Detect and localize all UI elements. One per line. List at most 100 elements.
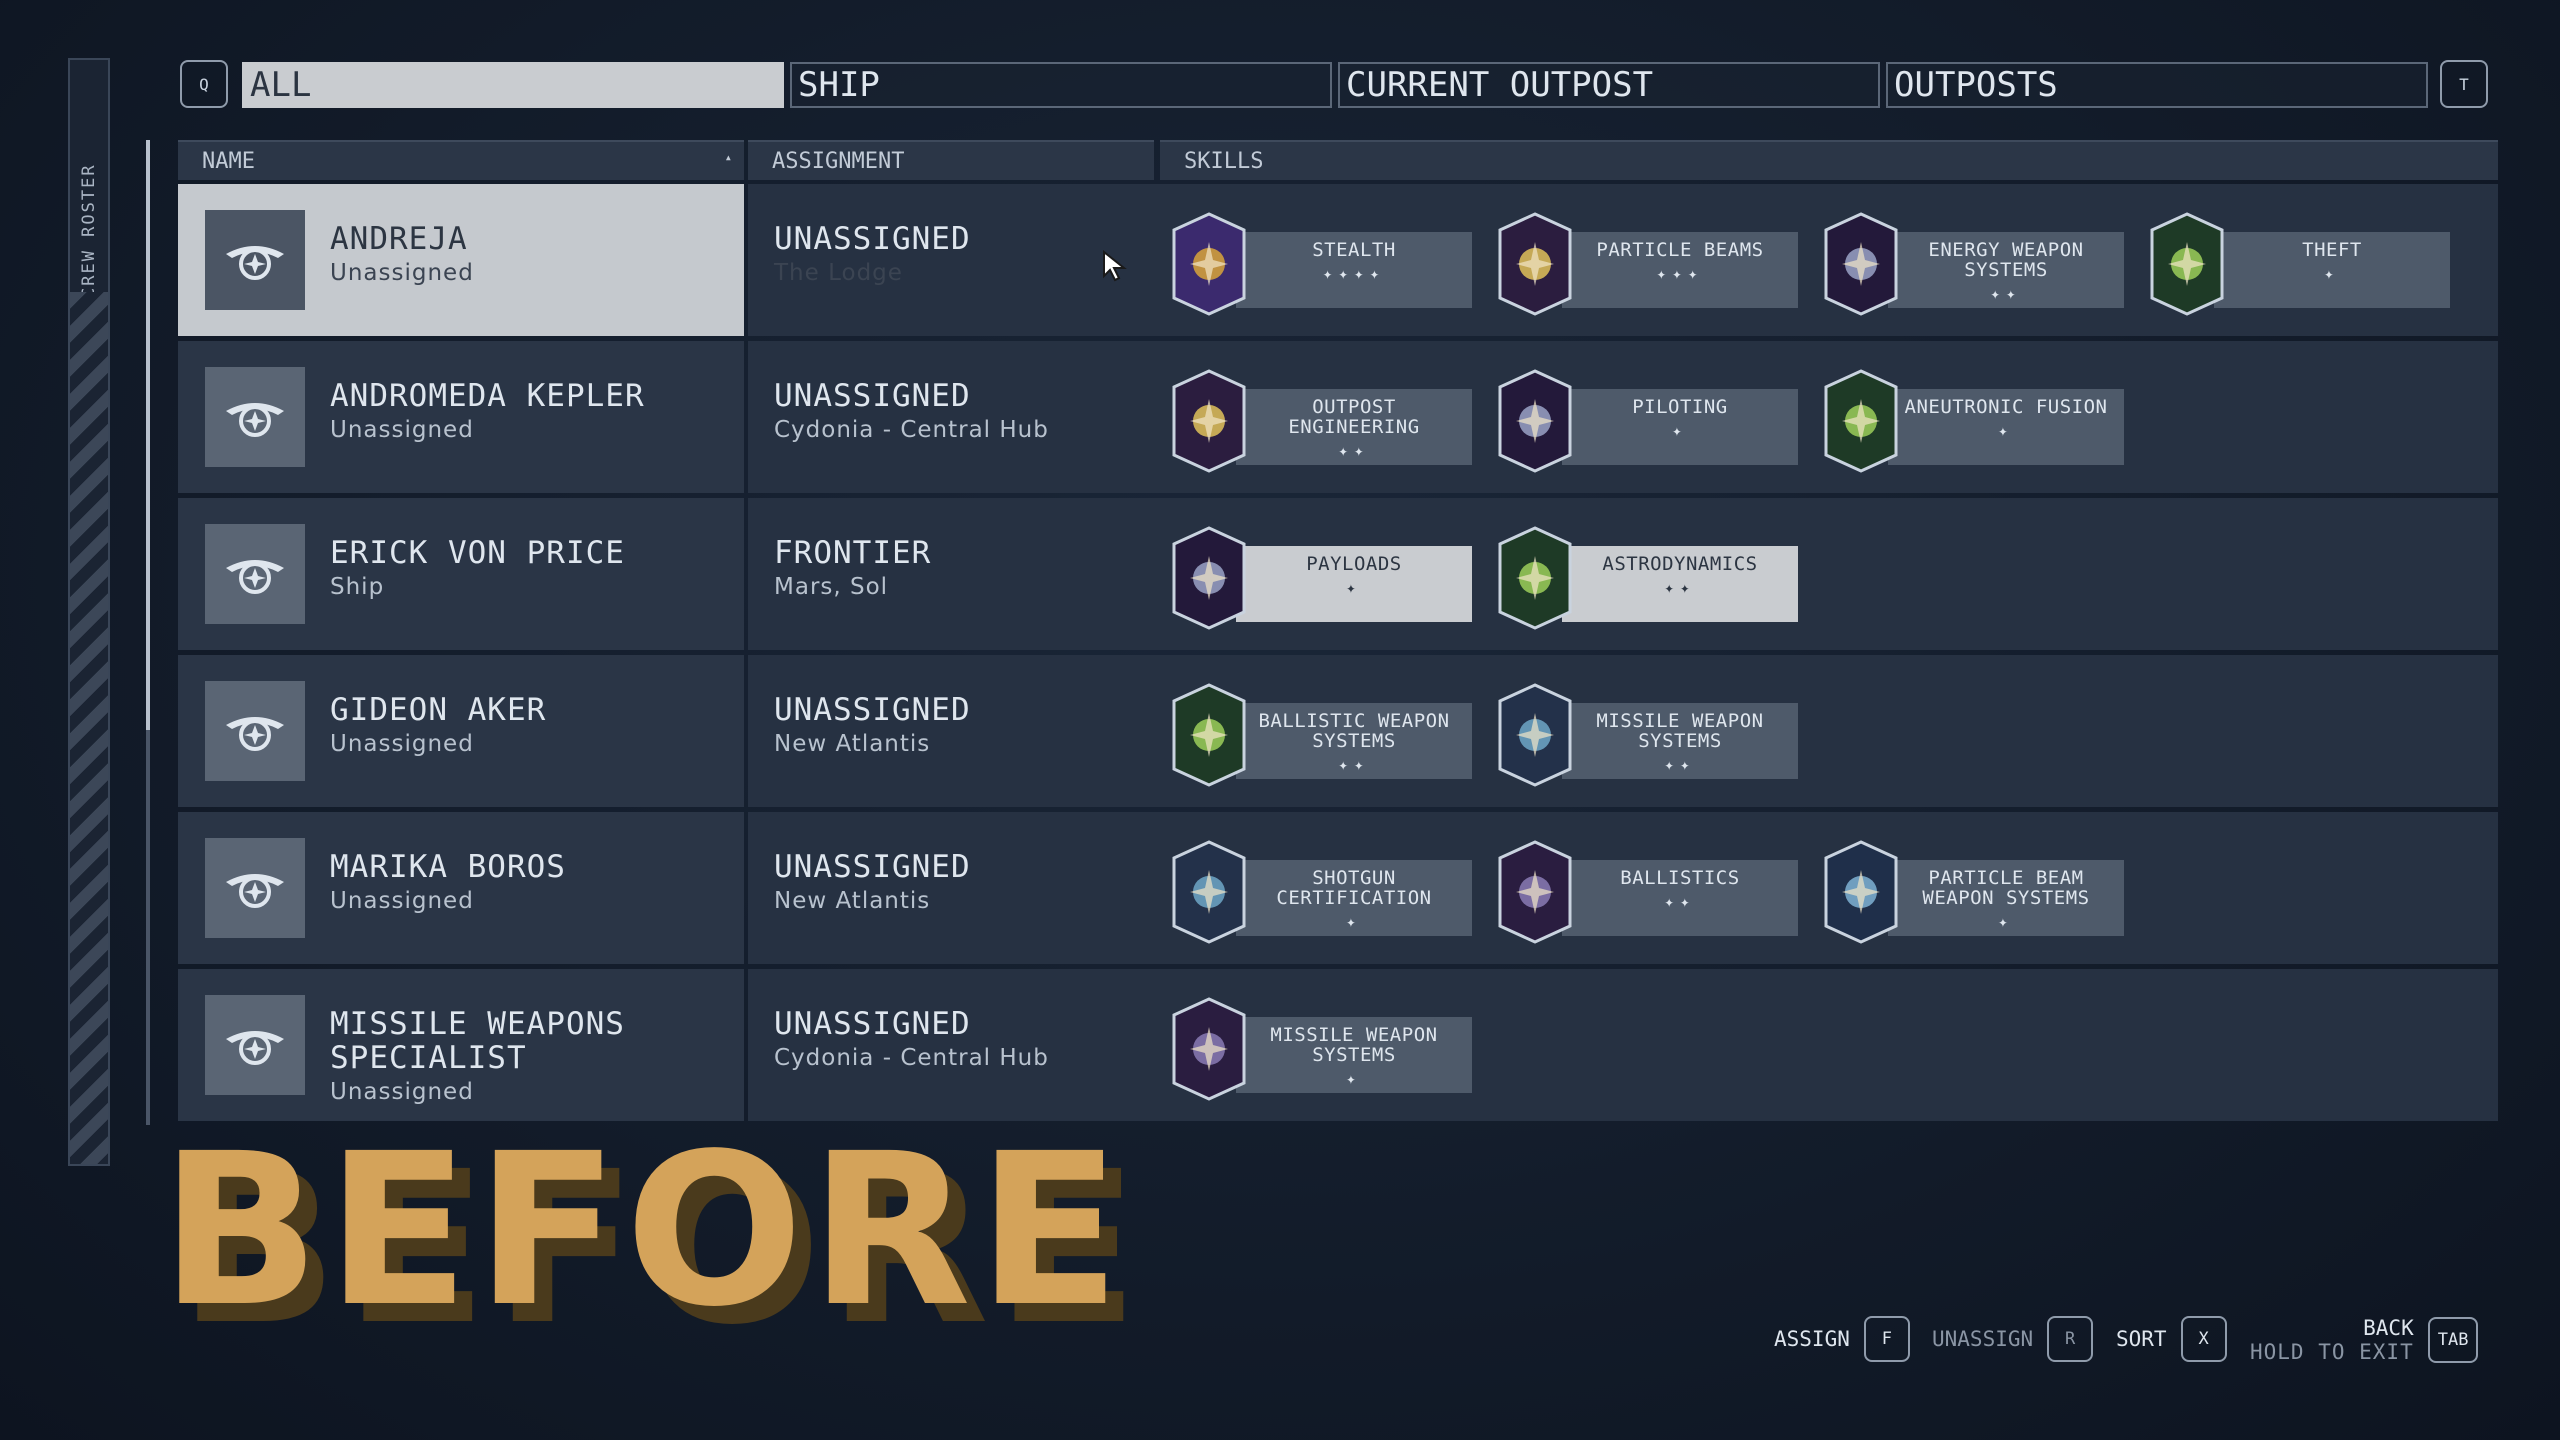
tab-outposts[interactable]: OUTPOSTS xyxy=(1886,62,2428,108)
assignment-location: The Lodge xyxy=(774,260,903,286)
assignment-title: UNASSIGNED xyxy=(774,221,971,257)
skill-rank: ✦✦✦✦ xyxy=(1322,264,1386,283)
crew-name-cell[interactable]: MARIKA BOROS Unassigned xyxy=(178,812,744,964)
assignment-title: UNASSIGNED xyxy=(774,692,971,728)
skill-name: THEFT xyxy=(2302,239,2362,261)
crew-status: Unassigned xyxy=(330,1079,474,1105)
skill-name: ENERGY WEAPON SYSTEMS xyxy=(1928,239,2084,281)
crew-name-cell[interactable]: GIDEON AKER Unassigned xyxy=(178,655,744,807)
table-row[interactable]: ERICK VON PRICE Ship FRONTIER Mars, Sol PAYL… xyxy=(178,498,2498,650)
stealth-icon xyxy=(1172,212,1246,316)
crew-status: Unassigned xyxy=(330,417,474,443)
assignment-title: UNASSIGNED xyxy=(774,1006,971,1042)
crew-rank-emblem-icon xyxy=(205,681,305,781)
shotgun-certification-icon xyxy=(1172,840,1246,944)
skill-name: MISSILE WEAPON SYSTEMS xyxy=(1270,1024,1438,1066)
back-hint[interactable]: BACK HOLD TO EXIT TAB xyxy=(2250,1316,2479,1364)
payloads-icon xyxy=(1172,526,1246,630)
crew-status: Unassigned xyxy=(330,888,474,914)
column-header-skills[interactable]: SKILLS xyxy=(1160,140,2498,180)
missile-weapon-systems-icon xyxy=(1172,997,1246,1101)
sort-hint[interactable]: SORT X xyxy=(2116,1316,2227,1362)
before-overlay-text: BEFORE xyxy=(160,1108,1127,1353)
scrollbar[interactable] xyxy=(146,140,150,1125)
skill-rank: ✦✦ xyxy=(1664,892,1696,911)
skill-name: PAYLOADS xyxy=(1306,553,1402,575)
column-header-name-label: NAME xyxy=(202,148,255,174)
mouse-cursor-icon xyxy=(1103,250,1127,282)
assign-label: ASSIGN xyxy=(1774,1327,1850,1351)
assignment-location: New Atlantis xyxy=(774,731,931,757)
crew-rank-emblem-icon xyxy=(205,995,305,1095)
ballistics-icon xyxy=(1498,840,1572,944)
table-row[interactable]: MISSILE WEAPONS SPECIALIST Unassigned UNAS… xyxy=(178,969,2498,1121)
skill-name: PARTICLE BEAMS xyxy=(1596,239,1764,261)
crew-assignment-skills-cell[interactable]: UNASSIGNED Cydonia - Central Hub MISSILE W… xyxy=(748,969,2498,1121)
tab-current-outpost[interactable]: CURRENT OUTPOST xyxy=(1338,62,1880,108)
crew-assignment-skills-cell[interactable]: UNASSIGNED New Atlantis SHOTGUN CERTIFICAT… xyxy=(748,812,2498,964)
skill-rank: ✦✦ xyxy=(1338,441,1370,460)
crew-assignment-skills-cell[interactable]: UNASSIGNED The Lodge STEALTH ✦✦✦✦ PARTICLE B… xyxy=(748,184,2498,336)
crew-name: GIDEON AKER xyxy=(330,692,547,728)
assignment-location: Cydonia - Central Hub xyxy=(774,1045,1049,1071)
back-key[interactable]: TAB xyxy=(2427,1317,2479,1363)
skill-rank: ✦ xyxy=(2324,264,2340,283)
piloting-icon xyxy=(1498,369,1572,473)
crew-name-cell[interactable]: ANDROMEDA KEPLER Unassigned xyxy=(178,341,744,493)
skill-rank: ✦ xyxy=(1346,912,1362,931)
skill-rank: ✦✦ xyxy=(1338,755,1370,774)
scrollbar-thumb[interactable] xyxy=(146,140,150,730)
skill-rank: ✦ xyxy=(1346,578,1362,597)
assign-key[interactable]: F xyxy=(1863,1316,1910,1362)
unassign-key[interactable]: R xyxy=(2047,1316,2094,1362)
column-header-name[interactable]: NAME ▴ xyxy=(178,140,744,180)
crew-roster-side-tab: CREW ROSTER xyxy=(68,58,110,1166)
crew-status: Unassigned xyxy=(330,260,474,286)
crew-assignment-skills-cell[interactable]: UNASSIGNED Cydonia - Central Hub OUTPOST E… xyxy=(748,341,2498,493)
sort-caret-icon: ▴ xyxy=(724,150,732,164)
crew-assignment-skills-cell[interactable]: FRONTIER Mars, Sol PAYLOADS ✦ ASTRODYNAMICS ✦… xyxy=(748,498,2498,650)
prev-tab-key[interactable]: Q xyxy=(180,60,228,108)
skill-rank: ✦ xyxy=(1998,421,2014,440)
back-label: BACK xyxy=(2363,1316,2414,1340)
table-row[interactable]: ANDROMEDA KEPLER Unassigned UNASSIGNED Cydo… xyxy=(178,341,2498,493)
side-tab-stripes xyxy=(70,292,108,1164)
tab-ship[interactable]: SHIP xyxy=(790,62,1332,108)
crew-name: MARIKA BOROS xyxy=(330,849,566,885)
assignment-location: Cydonia - Central Hub xyxy=(774,417,1049,443)
crew-name-cell[interactable]: MISSILE WEAPONS SPECIALIST Unassigned xyxy=(178,969,744,1121)
crew-status: Ship xyxy=(330,574,385,600)
table-row[interactable]: MARIKA BOROS Unassigned UNASSIGNED New Atla… xyxy=(178,812,2498,964)
sort-key[interactable]: X xyxy=(2180,1316,2227,1362)
skill-rank: ✦✦ xyxy=(1664,755,1696,774)
sort-label: SORT xyxy=(2116,1327,2167,1351)
skill-rank: ✦ xyxy=(1672,421,1688,440)
energy-weapon-systems-icon xyxy=(1824,212,1898,316)
skill-name: BALLISTICS xyxy=(1620,867,1740,889)
assignment-title: UNASSIGNED xyxy=(774,849,971,885)
theft-icon xyxy=(2150,212,2224,316)
table-row[interactable]: GIDEON AKER Unassigned UNASSIGNED New Atlan… xyxy=(178,655,2498,807)
assign-hint[interactable]: ASSIGN F xyxy=(1774,1316,1910,1362)
aneutronic-fusion-icon xyxy=(1824,369,1898,473)
skill-name: BALLISTIC WEAPON SYSTEMS xyxy=(1258,710,1450,752)
skill-name: MISSILE WEAPON SYSTEMS xyxy=(1596,710,1764,752)
skill-name: PARTICLE BEAM WEAPON SYSTEMS xyxy=(1922,867,2090,909)
skill-rank: ✦✦ xyxy=(1990,284,2022,303)
table-row[interactable]: ANDREJA Unassigned UNASSIGNED The Lodge STEA… xyxy=(178,184,2498,336)
skill-name: ASTRODYNAMICS xyxy=(1602,553,1758,575)
crew-name: ANDREJA xyxy=(330,221,468,257)
astrodynamics-icon xyxy=(1498,526,1572,630)
column-header-assignment[interactable]: ASSIGNMENT xyxy=(748,140,1154,180)
next-tab-key[interactable]: T xyxy=(2440,60,2488,108)
outpost-engineering-icon xyxy=(1172,369,1246,473)
crew-name-cell[interactable]: ANDREJA Unassigned xyxy=(178,184,744,336)
crew-assignment-skills-cell[interactable]: UNASSIGNED New Atlantis BALLISTIC WEAPON S… xyxy=(748,655,2498,807)
assignment-title: UNASSIGNED xyxy=(774,378,971,414)
skill-rank: ✦✦ xyxy=(1664,578,1696,597)
skill-name: ANEUTRONIC FUSION xyxy=(1904,396,2108,418)
skill-rank: ✦✦✦ xyxy=(1656,264,1704,283)
tab-all[interactable]: ALL xyxy=(242,62,784,108)
unassign-hint[interactable]: UNASSIGN R xyxy=(1932,1316,2094,1362)
crew-name-cell[interactable]: ERICK VON PRICE Ship xyxy=(178,498,744,650)
